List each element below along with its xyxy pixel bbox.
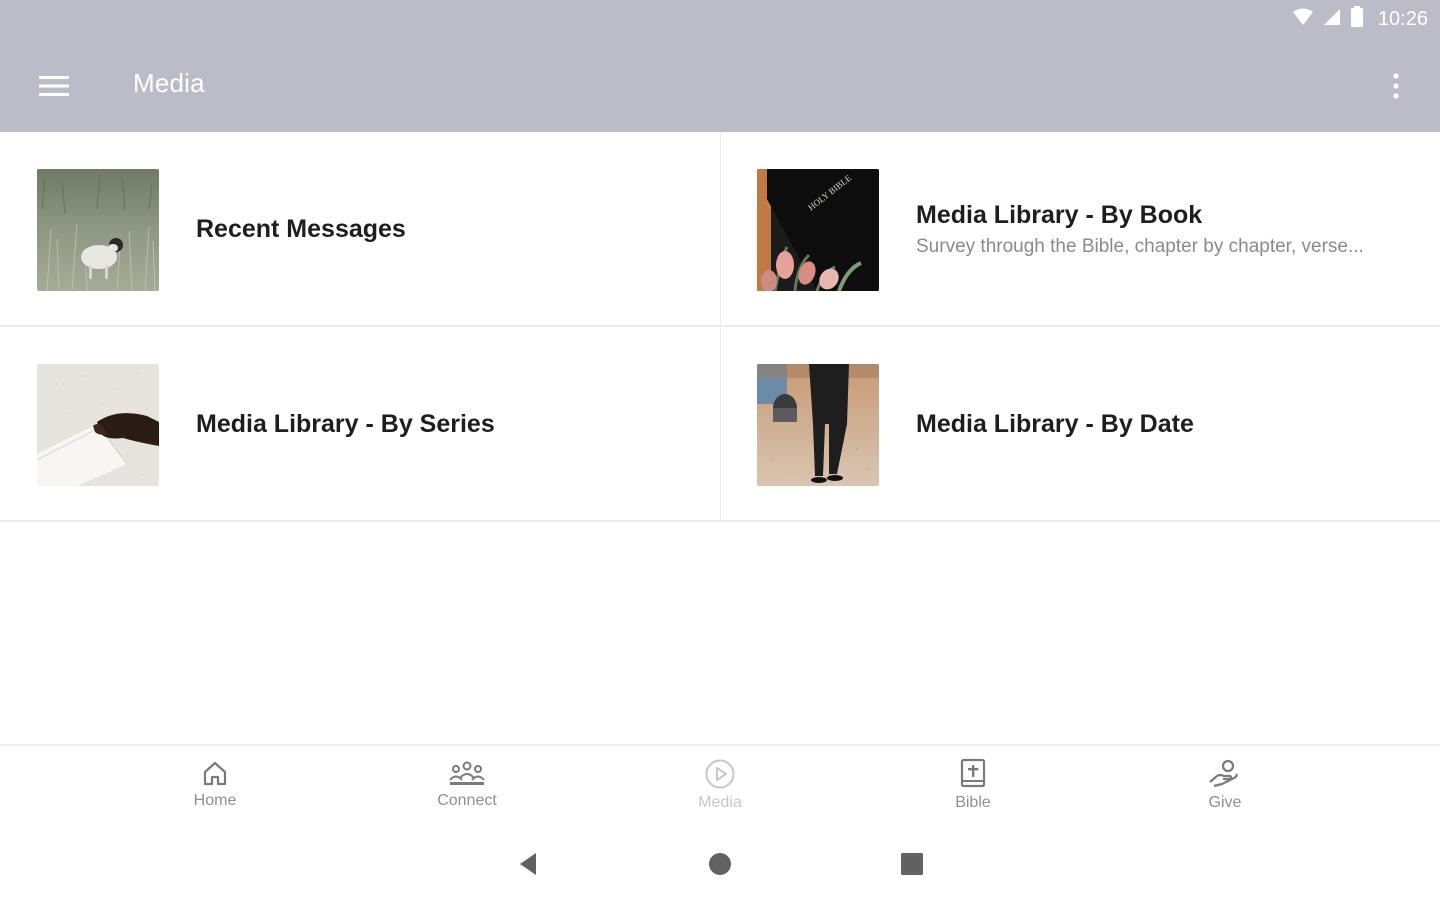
- card-title: Media Library - By Book: [916, 201, 1203, 229]
- card-media-library-by-date[interactable]: Media Library - By Date: [721, 327, 1440, 522]
- card-subtitle: Survey through the Bible, chapter by cha…: [916, 236, 1364, 257]
- nav-item-give[interactable]: Give: [1165, 758, 1285, 824]
- nav-item-connect[interactable]: Connect: [407, 758, 527, 824]
- holy-bible-with-tulips-image: HOLY BIBLE: [757, 169, 879, 291]
- system-nav-bar: [0, 828, 1440, 900]
- status-icons: 10:26: [1292, 6, 1428, 33]
- lamb-in-grass-image: [37, 169, 159, 291]
- battery-icon: [1350, 6, 1364, 33]
- card-media-library-by-series[interactable]: Media Library - By Series: [0, 327, 721, 522]
- card-text: Media Library - By Series: [196, 327, 690, 522]
- status-bar: 10:26: [0, 0, 1440, 40]
- recents-square-icon: [901, 853, 923, 875]
- home-icon: [203, 761, 227, 786]
- card-title: Recent Messages: [196, 215, 406, 243]
- cell-signal-icon: [1322, 7, 1342, 32]
- card-recent-messages[interactable]: Recent Messages: [0, 132, 721, 327]
- hand-on-book-pages-image: [37, 364, 159, 486]
- card-media-library-by-book[interactable]: HOLY BIBLE Media Library - By Book Surve…: [721, 132, 1440, 327]
- overflow-menu-button[interactable]: [1378, 62, 1414, 110]
- home-circle-icon: [709, 853, 731, 875]
- system-recents-button[interactable]: [892, 848, 932, 880]
- card-text: Media Library - By Date: [916, 327, 1410, 522]
- nav-label: Media: [698, 794, 742, 811]
- person-walking-image: [757, 364, 879, 486]
- nav-label: Connect: [437, 792, 497, 809]
- people-group-icon: [449, 761, 485, 785]
- system-back-button[interactable]: [508, 848, 548, 880]
- page-title: Media: [133, 68, 205, 98]
- bottom-nav: Home Connect Media Bible Give: [0, 744, 1440, 828]
- wifi-icon: [1292, 7, 1314, 32]
- play-circle-icon: [705, 759, 735, 789]
- nav-item-bible[interactable]: Bible: [913, 758, 1033, 824]
- status-time: 10:26: [1377, 8, 1428, 30]
- bible-book-icon: [960, 758, 986, 788]
- media-grid: Recent Messages HOLY BIBLE Media Library…: [0, 132, 1440, 522]
- giving-hand-icon: [1209, 759, 1238, 788]
- back-icon: [520, 853, 536, 875]
- system-home-button[interactable]: [700, 848, 740, 880]
- header: 10:26 Media: [0, 0, 1440, 132]
- nav-item-home[interactable]: Home: [155, 758, 275, 824]
- card-text: Recent Messages: [196, 132, 690, 327]
- more-vert-icon: [1393, 73, 1399, 99]
- hamburger-menu-icon: [39, 76, 69, 96]
- card-title: Media Library - By Series: [196, 410, 495, 438]
- hamburger-menu-button[interactable]: [24, 62, 84, 110]
- nav-item-media[interactable]: Media: [660, 758, 780, 824]
- nav-label: Give: [1208, 794, 1242, 811]
- card-text: Media Library - By Book Survey through t…: [916, 132, 1410, 327]
- app-bar: Media: [0, 40, 1440, 132]
- nav-label: Bible: [955, 794, 991, 811]
- nav-label: Home: [193, 792, 237, 809]
- card-title: Media Library - By Date: [916, 410, 1194, 438]
